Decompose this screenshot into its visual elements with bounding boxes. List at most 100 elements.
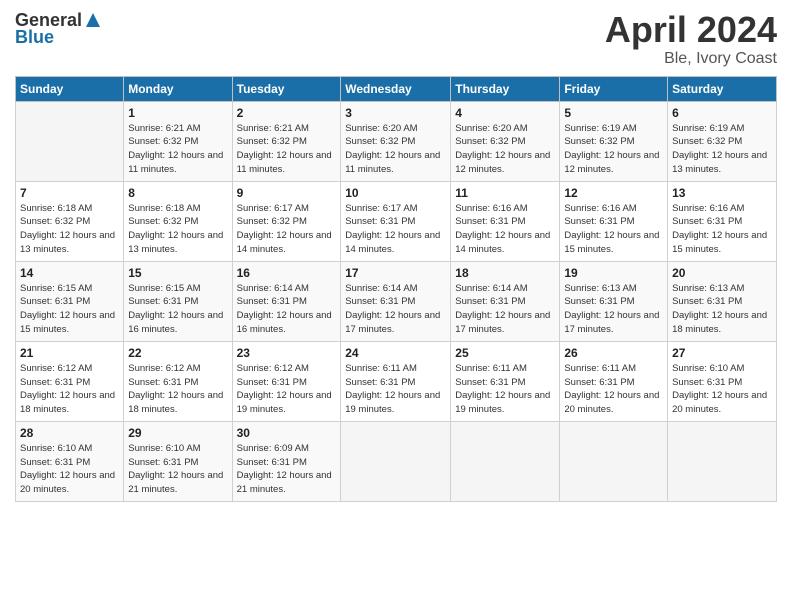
day-info: Sunrise: 6:20 AM Sunset: 6:32 PM Dayligh… xyxy=(455,122,555,177)
table-row xyxy=(341,421,451,501)
day-number: 12 xyxy=(564,186,663,200)
table-row: 28 Sunrise: 6:10 AM Sunset: 6:31 PM Dayli… xyxy=(16,421,124,501)
table-row: 29Sunrise: 6:10 AM Sunset: 6:31 PM Dayli… xyxy=(124,421,232,501)
day-number: 3 xyxy=(345,106,446,120)
day-info: Sunrise: 6:20 AM Sunset: 6:32 PM Dayligh… xyxy=(345,122,446,177)
page-container: General Blue April 2024 Ble, Ivory Coast… xyxy=(0,0,792,512)
day-info: Sunrise: 6:15 AM Sunset: 6:31 PM Dayligh… xyxy=(128,282,227,337)
day-info: Sunrise: 6:13 AM Sunset: 6:31 PM Dayligh… xyxy=(672,282,772,337)
table-row: 13 Sunrise: 6:16 AM Sunset: 6:31 PM Dayli… xyxy=(668,181,777,261)
calendar-table: Sunday Monday Tuesday Wednesday Thursday… xyxy=(15,76,777,502)
day-info: Sunrise: 6:21 AM Sunset: 6:32 PM Dayligh… xyxy=(128,122,227,177)
logo-triangle-icon xyxy=(84,11,102,29)
day-number: 15 xyxy=(128,266,227,280)
day-number: 28 xyxy=(20,426,119,440)
table-row xyxy=(16,101,124,181)
col-saturday: Saturday xyxy=(668,76,777,101)
table-row: 25 Sunrise: 6:11 AM Sunset: 6:31 PM Dayli… xyxy=(451,341,560,421)
day-info: Sunrise: 6:12 AM Sunset: 6:31 PM Dayligh… xyxy=(237,362,337,417)
day-number: 26 xyxy=(564,346,663,360)
table-row: 27Sunrise: 6:10 AM Sunset: 6:31 PM Dayli… xyxy=(668,341,777,421)
table-row: 14 Sunrise: 6:15 AM Sunset: 6:31 PM Dayli… xyxy=(16,261,124,341)
day-number: 14 xyxy=(20,266,119,280)
logo: General Blue xyxy=(15,10,102,48)
table-row: 11Sunrise: 6:16 AM Sunset: 6:31 PM Dayli… xyxy=(451,181,560,261)
day-number: 18 xyxy=(455,266,555,280)
day-info: Sunrise: 6:18 AM Sunset: 6:32 PM Dayligh… xyxy=(20,202,119,257)
day-number: 25 xyxy=(455,346,555,360)
table-row: 17 Sunrise: 6:14 AM Sunset: 6:31 PM Dayli… xyxy=(341,261,451,341)
day-info: Sunrise: 6:19 AM Sunset: 6:32 PM Dayligh… xyxy=(672,122,772,177)
table-row: 10 Sunrise: 6:17 AM Sunset: 6:31 PM Dayli… xyxy=(341,181,451,261)
table-row: 20Sunrise: 6:13 AM Sunset: 6:31 PM Dayli… xyxy=(668,261,777,341)
table-row: 5 Sunrise: 6:19 AM Sunset: 6:32 PM Daylig… xyxy=(560,101,668,181)
day-number: 4 xyxy=(455,106,555,120)
table-row: 26Sunrise: 6:11 AM Sunset: 6:31 PM Dayli… xyxy=(560,341,668,421)
day-number: 1 xyxy=(128,106,227,120)
calendar-week-row: 7Sunrise: 6:18 AM Sunset: 6:32 PM Daylig… xyxy=(16,181,777,261)
day-info: Sunrise: 6:21 AM Sunset: 6:32 PM Dayligh… xyxy=(237,122,337,177)
day-number: 16 xyxy=(237,266,337,280)
col-wednesday: Wednesday xyxy=(341,76,451,101)
col-thursday: Thursday xyxy=(451,76,560,101)
day-number: 2 xyxy=(237,106,337,120)
day-info: Sunrise: 6:10 AM Sunset: 6:31 PM Dayligh… xyxy=(128,442,227,497)
day-number: 8 xyxy=(128,186,227,200)
calendar-title: April 2024 xyxy=(605,10,777,50)
table-row: 18Sunrise: 6:14 AM Sunset: 6:31 PM Dayli… xyxy=(451,261,560,341)
table-row xyxy=(451,421,560,501)
day-number: 22 xyxy=(128,346,227,360)
day-number: 9 xyxy=(237,186,337,200)
day-number: 11 xyxy=(455,186,555,200)
day-number: 5 xyxy=(564,106,663,120)
day-info: Sunrise: 6:12 AM Sunset: 6:31 PM Dayligh… xyxy=(20,362,119,417)
day-info: Sunrise: 6:09 AM Sunset: 6:31 PM Dayligh… xyxy=(237,442,337,497)
table-row: 3 Sunrise: 6:20 AM Sunset: 6:32 PM Daylig… xyxy=(341,101,451,181)
day-number: 13 xyxy=(672,186,772,200)
day-number: 21 xyxy=(20,346,119,360)
col-friday: Friday xyxy=(560,76,668,101)
table-row: 8 Sunrise: 6:18 AM Sunset: 6:32 PM Daylig… xyxy=(124,181,232,261)
title-block: April 2024 Ble, Ivory Coast xyxy=(605,10,777,68)
table-row: 6Sunrise: 6:19 AM Sunset: 6:32 PM Daylig… xyxy=(668,101,777,181)
calendar-week-row: 14 Sunrise: 6:15 AM Sunset: 6:31 PM Dayli… xyxy=(16,261,777,341)
day-info: Sunrise: 6:10 AM Sunset: 6:31 PM Dayligh… xyxy=(672,362,772,417)
table-row: 19 Sunrise: 6:13 AM Sunset: 6:31 PM Dayli… xyxy=(560,261,668,341)
day-info: Sunrise: 6:16 AM Sunset: 6:31 PM Dayligh… xyxy=(672,202,772,257)
day-info: Sunrise: 6:12 AM Sunset: 6:31 PM Dayligh… xyxy=(128,362,227,417)
day-number: 17 xyxy=(345,266,446,280)
day-info: Sunrise: 6:19 AM Sunset: 6:32 PM Dayligh… xyxy=(564,122,663,177)
day-info: Sunrise: 6:18 AM Sunset: 6:32 PM Dayligh… xyxy=(128,202,227,257)
day-number: 30 xyxy=(237,426,337,440)
day-number: 19 xyxy=(564,266,663,280)
day-number: 23 xyxy=(237,346,337,360)
calendar-header-row: Sunday Monday Tuesday Wednesday Thursday… xyxy=(16,76,777,101)
col-sunday: Sunday xyxy=(16,76,124,101)
table-row: 9 Sunrise: 6:17 AM Sunset: 6:32 PM Daylig… xyxy=(232,181,341,261)
calendar-week-row: 28 Sunrise: 6:10 AM Sunset: 6:31 PM Dayli… xyxy=(16,421,777,501)
table-row: 22 Sunrise: 6:12 AM Sunset: 6:31 PM Dayli… xyxy=(124,341,232,421)
table-row: 16 Sunrise: 6:14 AM Sunset: 6:31 PM Dayli… xyxy=(232,261,341,341)
day-info: Sunrise: 6:15 AM Sunset: 6:31 PM Dayligh… xyxy=(20,282,119,337)
day-info: Sunrise: 6:17 AM Sunset: 6:32 PM Dayligh… xyxy=(237,202,337,257)
day-info: Sunrise: 6:17 AM Sunset: 6:31 PM Dayligh… xyxy=(345,202,446,257)
day-number: 10 xyxy=(345,186,446,200)
table-row: 1 Sunrise: 6:21 AM Sunset: 6:32 PM Daylig… xyxy=(124,101,232,181)
table-row: 21 Sunrise: 6:12 AM Sunset: 6:31 PM Dayli… xyxy=(16,341,124,421)
table-row xyxy=(560,421,668,501)
day-info: Sunrise: 6:11 AM Sunset: 6:31 PM Dayligh… xyxy=(455,362,555,417)
col-monday: Monday xyxy=(124,76,232,101)
col-tuesday: Tuesday xyxy=(232,76,341,101)
day-info: Sunrise: 6:16 AM Sunset: 6:31 PM Dayligh… xyxy=(564,202,663,257)
day-info: Sunrise: 6:11 AM Sunset: 6:31 PM Dayligh… xyxy=(345,362,446,417)
calendar-week-row: 1 Sunrise: 6:21 AM Sunset: 6:32 PM Daylig… xyxy=(16,101,777,181)
day-info: Sunrise: 6:14 AM Sunset: 6:31 PM Dayligh… xyxy=(345,282,446,337)
table-row: 24 Sunrise: 6:11 AM Sunset: 6:31 PM Dayli… xyxy=(341,341,451,421)
day-info: Sunrise: 6:10 AM Sunset: 6:31 PM Dayligh… xyxy=(20,442,119,497)
table-row: 12 Sunrise: 6:16 AM Sunset: 6:31 PM Dayli… xyxy=(560,181,668,261)
day-info: Sunrise: 6:14 AM Sunset: 6:31 PM Dayligh… xyxy=(237,282,337,337)
table-row: 23 Sunrise: 6:12 AM Sunset: 6:31 PM Dayli… xyxy=(232,341,341,421)
day-number: 24 xyxy=(345,346,446,360)
page-header: General Blue April 2024 Ble, Ivory Coast xyxy=(15,10,777,68)
day-info: Sunrise: 6:13 AM Sunset: 6:31 PM Dayligh… xyxy=(564,282,663,337)
